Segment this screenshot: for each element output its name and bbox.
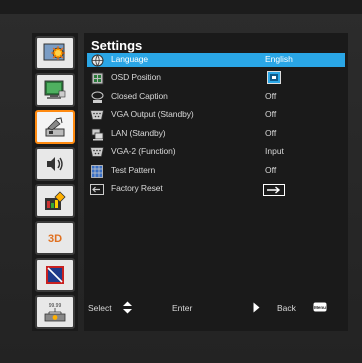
menu-item-value: Off [265, 128, 277, 138]
menu-item-vga-output-standby[interactable]: VGA Output (Standby) Off [87, 108, 345, 122]
svg-text:3D: 3D [48, 233, 62, 245]
menu-item-value: English [265, 54, 293, 64]
svg-text:Menu: Menu [314, 305, 326, 310]
menu-item-label: Factory Reset [111, 183, 163, 193]
display-icon [44, 80, 66, 99]
right-arrow-icon [253, 302, 260, 315]
up-down-arrows-icon [122, 301, 133, 316]
vga-output-icon [89, 108, 105, 122]
closed-caption-icon [89, 90, 105, 104]
3d-icon: 3D [48, 233, 62, 245]
osd-position-icon [267, 71, 281, 89]
menu-item-value: Off [265, 91, 277, 101]
menu-item-value: Off [265, 109, 277, 119]
menu-item-label: Test Pattern [111, 165, 156, 175]
osd-position-menu-icon [89, 71, 105, 85]
sidebar-item-crop[interactable] [35, 258, 75, 292]
lan-icon [89, 127, 105, 141]
menu-item-osd-position[interactable]: OSD Position [87, 71, 345, 85]
menu-item-value: Off [265, 165, 277, 175]
osd-frame: 3D 99.99 Settings Language English OSD P… [0, 0, 362, 363]
menu-item-label: Closed Caption [111, 91, 168, 101]
sidebar: 3D 99.99 [32, 33, 78, 331]
globe-icon [89, 53, 105, 67]
sidebar-item-setup[interactable] [35, 110, 75, 144]
select-hint-label: Select [88, 303, 112, 313]
sidebar-item-3d[interactable]: 3D [35, 221, 75, 255]
sidebar-item-display[interactable] [35, 73, 75, 107]
sidebar-item-lan[interactable]: 99.99 [35, 295, 75, 329]
volume-icon [47, 157, 63, 171]
lan-network-icon: 99.99 [44, 303, 66, 322]
sidebar-item-volume[interactable] [35, 147, 75, 181]
sidebar-item-image-settings[interactable] [35, 36, 75, 70]
menu-key-icon: Menu [313, 302, 327, 314]
menu-item-label: OSD Position [111, 72, 161, 82]
sidebar-item-options[interactable] [35, 184, 75, 218]
factory-reset-icon [89, 182, 105, 196]
menu-item-factory-reset[interactable]: Factory Reset [87, 182, 345, 196]
page-title: Settings [91, 38, 143, 53]
arrow-enter-icon[interactable] [263, 183, 285, 201]
enter-hint-label: Enter [172, 303, 193, 313]
image-settings-icon [43, 43, 65, 61]
menu-item-closed-caption[interactable]: Closed Caption Off [87, 90, 345, 104]
top-strip [0, 0, 362, 14]
menu-item-vga2-function[interactable]: VGA-2 (Function) Input [87, 145, 345, 159]
menu-item-label: VGA-2 (Function) [111, 146, 176, 156]
vga-function-icon [89, 145, 105, 159]
menu-item-language[interactable]: Language English [87, 53, 345, 67]
settings-panel: Settings Language English OSD Position C… [84, 33, 348, 331]
menu-item-value: Input [265, 146, 284, 156]
menu-item-label: VGA Output (Standby) [111, 109, 194, 119]
back-hint-label: Back [277, 303, 296, 313]
menu-item-label: Language [111, 54, 149, 64]
options-icon [45, 191, 66, 210]
footer-hints: Select Enter Back Menu [84, 300, 348, 316]
test-pattern-icon [89, 164, 105, 178]
menu-item-lan-standby[interactable]: LAN (Standby) Off [87, 127, 345, 141]
setup-icon [45, 117, 65, 137]
crop-icon [46, 266, 64, 284]
menu-item-label: LAN (Standby) [111, 128, 166, 138]
menu-item-test-pattern[interactable]: Test Pattern Off [87, 164, 345, 178]
